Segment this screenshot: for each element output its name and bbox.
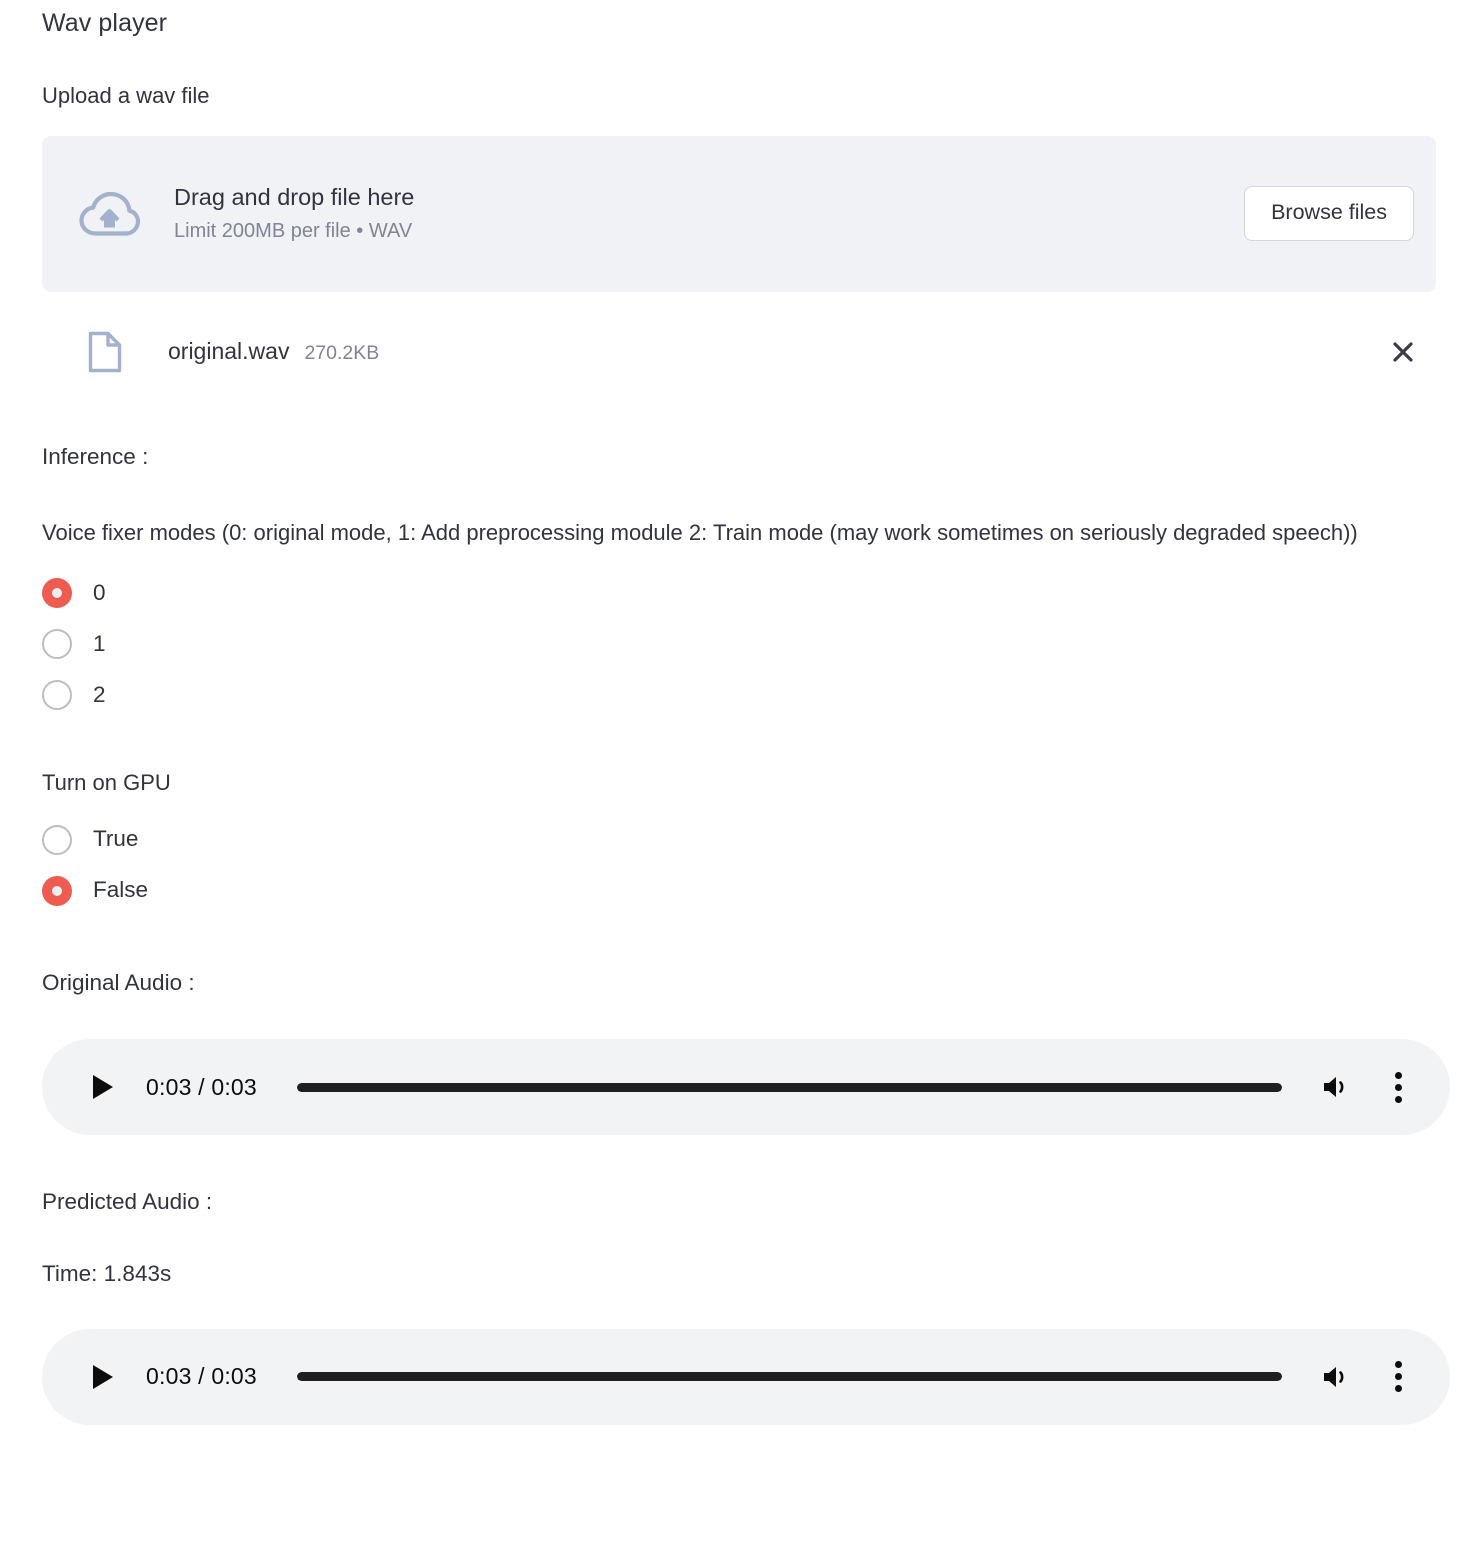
uploaded-file-row: original.wav 270.2KB (42, 314, 1436, 390)
more-dot (1394, 1373, 1402, 1381)
radio-label: 2 (93, 681, 106, 707)
radio-option-gpu-true[interactable]: True (42, 814, 1436, 865)
dropzone-texts: Drag and drop file here Limit 200MB per … (174, 183, 1244, 244)
volume-icon[interactable] (1314, 1355, 1358, 1399)
radio-option-mode-0[interactable]: 0 (42, 568, 1436, 619)
play-icon[interactable] (82, 1066, 124, 1108)
radio-indicator[interactable] (42, 629, 72, 659)
volume-icon[interactable] (1314, 1065, 1358, 1109)
more-vertical-icon[interactable] (1376, 1355, 1420, 1399)
document-icon (85, 330, 125, 374)
voice-fixer-mode-radio-group: 0 1 2 (42, 568, 1436, 721)
original-audio-heading: Original Audio : (42, 970, 195, 996)
audio-progress-slider[interactable] (296, 1077, 1282, 1097)
close-icon[interactable] (1380, 329, 1426, 375)
dropzone-title: Drag and drop file here (174, 183, 415, 210)
radio-indicator[interactable] (42, 824, 72, 855)
browse-files-button[interactable]: Browse files (1244, 186, 1414, 241)
more-dot (1394, 1071, 1402, 1079)
dropzone-limit: Limit 200MB per file • WAV (174, 220, 413, 243)
page-title: Wav player (42, 9, 168, 37)
radio-label: False (93, 877, 149, 903)
predicted-audio-heading: Predicted Audio : (42, 1189, 213, 1215)
audio-progress-track (296, 1372, 1282, 1382)
app-root: Wav player Upload a wav file Drag and dr… (0, 0, 1478, 1556)
audio-progress-fill (296, 1372, 1282, 1382)
more-dot (1394, 1385, 1402, 1393)
audio-progress-fill (296, 1082, 1282, 1092)
radio-option-mode-2[interactable]: 2 (42, 670, 1436, 721)
audio-time-display: 0:03 / 0:03 (146, 1363, 257, 1390)
inference-heading: Inference : (42, 443, 149, 469)
audio-progress-track (296, 1082, 1282, 1092)
audio-progress-slider[interactable] (296, 1367, 1282, 1387)
more-vertical-icon[interactable] (1376, 1065, 1420, 1109)
mode-description: Voice fixer modes (0: original mode, 1: … (42, 519, 1358, 545)
more-dot (1394, 1083, 1402, 1091)
radio-option-mode-1[interactable]: 1 (42, 619, 1436, 670)
file-meta: original.wav 270.2KB (168, 338, 1380, 365)
gpu-section-label: Turn on GPU (42, 769, 171, 795)
radio-label: True (93, 826, 139, 852)
audio-time-display: 0:03 / 0:03 (146, 1073, 257, 1100)
gpu-radio-group: True False (42, 814, 1436, 916)
file-name: original.wav (168, 338, 290, 365)
radio-indicator[interactable] (42, 578, 72, 608)
inference-time-text: Time: 1.843s (42, 1260, 172, 1286)
more-dot (1394, 1361, 1402, 1369)
more-dot (1394, 1095, 1402, 1103)
cloud-upload-icon (72, 177, 146, 251)
radio-label: 1 (93, 630, 106, 656)
radio-option-gpu-false[interactable]: False (42, 865, 1436, 916)
radio-indicator[interactable] (42, 680, 72, 710)
upload-section-label: Upload a wav file (42, 83, 210, 108)
play-icon[interactable] (82, 1356, 124, 1398)
radio-indicator[interactable] (42, 875, 72, 906)
file-dropzone[interactable]: Drag and drop file here Limit 200MB per … (42, 135, 1436, 292)
original-audio-player[interactable]: 0:03 / 0:03 (42, 1039, 1450, 1136)
file-size: 270.2KB (304, 342, 380, 365)
predicted-audio-player[interactable]: 0:03 / 0:03 (42, 1328, 1450, 1425)
radio-label: 0 (93, 579, 106, 605)
